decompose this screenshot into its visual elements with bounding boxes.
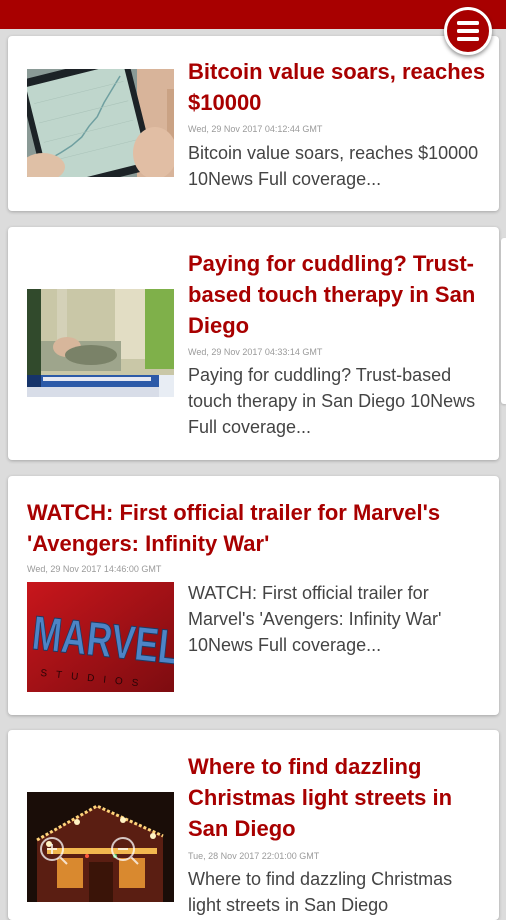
article-description: Where to find dazzling Christmas light s… <box>188 869 453 915</box>
news-card-avengers[interactable]: WATCH: First official trailer for Marvel… <box>8 476 499 715</box>
article-description: Bitcoin value soars, reaches $10000 10Ne… <box>188 143 479 189</box>
article-date: Wed, 29 Nov 2017 04:12:44 GMT <box>188 124 323 134</box>
side-drawer-handle[interactable] <box>501 238 506 404</box>
hamburger-menu-icon <box>457 21 479 41</box>
article-title[interactable]: Paying for cuddling? Trust-based touch t… <box>188 248 488 341</box>
article-date: Tue, 28 Nov 2017 22:01:00 GMT <box>188 851 320 861</box>
cuddle-therapy-news-still-image <box>27 289 174 397</box>
menu-button[interactable] <box>444 7 492 55</box>
phone-bitcoin-chart-image <box>27 69 174 177</box>
article-title[interactable]: Where to find dazzling Christmas light s… <box>188 751 488 844</box>
article-date: Wed, 29 Nov 2017 14:46:00 GMT <box>27 564 162 574</box>
article-date: Wed, 29 Nov 2017 04:33:14 GMT <box>188 347 323 357</box>
marvel-studios-logo-image: MARVEL STUDIOS <box>27 582 174 692</box>
article-title[interactable]: Bitcoin value soars, reaches $10000 <box>188 56 488 118</box>
news-card-cuddling[interactable]: Paying for cuddling? Trust-based touch t… <box>8 227 499 460</box>
article-description: WATCH: First official trailer for Marvel… <box>188 583 442 655</box>
news-card-bitcoin[interactable]: Bitcoin value soars, reaches $10000 Wed,… <box>8 36 499 211</box>
article-description: Paying for cuddling? Trust-based touch t… <box>188 365 476 437</box>
article-title[interactable]: WATCH: First official trailer for Marvel… <box>27 497 487 559</box>
app-header-bar <box>0 0 506 29</box>
christmas-lights-house-image <box>27 792 174 902</box>
news-card-christmas-lights[interactable]: Where to find dazzling Christmas light s… <box>8 730 499 920</box>
